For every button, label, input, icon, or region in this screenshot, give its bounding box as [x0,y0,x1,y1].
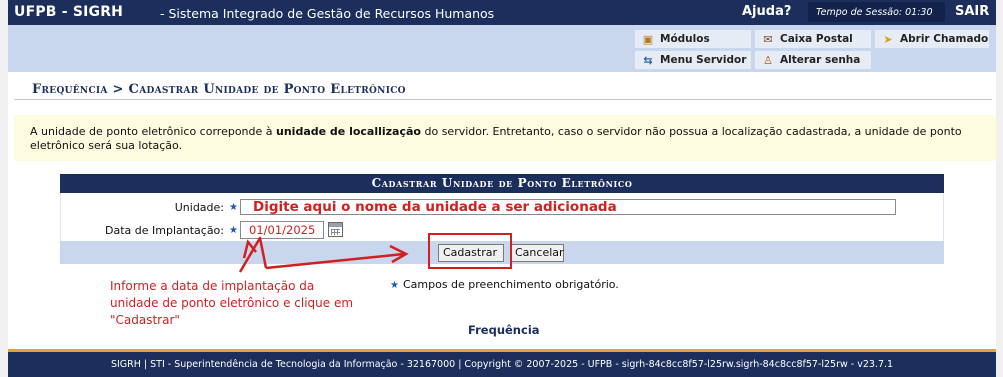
arrow-right-shaft [265,252,405,270]
required-star-icon: ★ [390,280,399,291]
required-note-text: Campos de preenchimento obrigatório. [402,278,619,291]
frequencia-link[interactable]: Frequência [468,323,540,337]
required-note: ★ Campos de preenchimento obrigatório. [390,278,619,291]
annotation-text: Informe a data de implantação da unidade… [110,279,354,327]
page: UFPB - SIGRH - Sistema Integrado de Gest… [8,0,996,377]
footer: SIGRH | STI - Superintendência de Tecnol… [8,349,996,377]
